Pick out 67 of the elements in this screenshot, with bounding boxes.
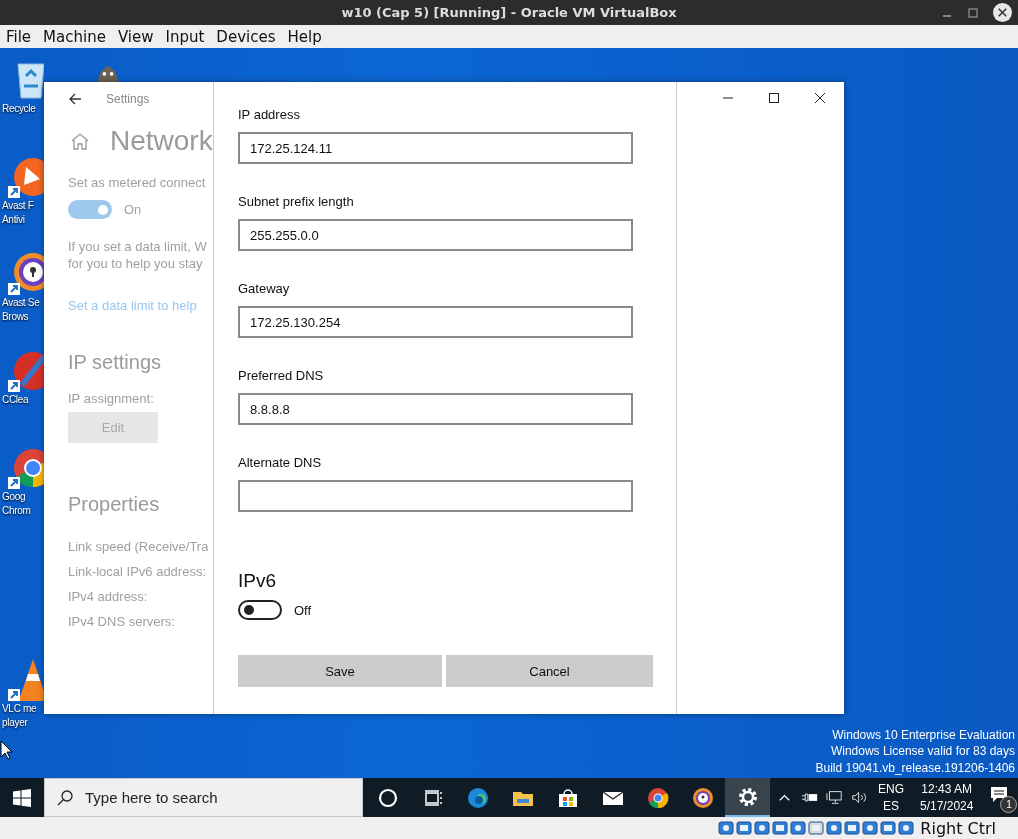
field-label: Alternate DNS (238, 455, 323, 472)
menu-item[interactable]: View (111, 27, 160, 46)
menu-item[interactable]: Devices (210, 27, 282, 46)
field-label: Subnet prefix length (238, 194, 355, 211)
toggle-switch[interactable] (68, 200, 112, 219)
save-button[interactable]: Save (238, 655, 442, 687)
menu-item[interactable]: Help (281, 27, 328, 46)
toggle-state: Off (294, 602, 312, 618)
input-field[interactable]: 8.8.8.8 (238, 393, 633, 425)
section-heading: IPv6 (238, 570, 278, 592)
close-icon[interactable] (993, 3, 1012, 22)
browser-icon (690, 785, 715, 810)
description-text: If you set a data limit, W for you to help you stay (68, 238, 207, 272)
field-label: IP assignment: (68, 391, 154, 406)
cancel-button[interactable]: Cancel (446, 655, 653, 687)
input-field[interactable]: 172.25.130.254 (238, 306, 633, 338)
volume-icon[interactable] (851, 790, 868, 805)
search-icon (57, 789, 73, 806)
input-field[interactable]: 255.255.0.0 (238, 219, 633, 251)
close-icon[interactable] (814, 92, 826, 104)
input-field[interactable]: 172.25.124.11 (238, 132, 633, 164)
notification-badge: 1 (1000, 795, 1018, 813)
icon-label: Goog (2, 490, 26, 504)
field-label: IP address (238, 107, 301, 124)
windows-start-icon[interactable] (13, 788, 31, 807)
home-icon[interactable] (70, 131, 90, 151)
field-label: Preferred DNS (238, 368, 325, 385)
maximize-icon[interactable] (768, 92, 780, 104)
section-heading: Properties (68, 493, 160, 516)
watermark-text: Build 19041.vb_release.191206-1406 (815, 759, 1015, 776)
icon-label: VLC me (2, 702, 37, 716)
icon-label: Chrom (2, 504, 31, 518)
language-indicator[interactable]: ENG ES (878, 780, 904, 815)
host-key-label: Right Ctrl (920, 818, 996, 838)
icon-label: Avast Se (2, 296, 40, 310)
power-plug-icon[interactable] (801, 790, 818, 805)
toggle-state: On (124, 202, 142, 217)
section-heading: IP settings (68, 351, 162, 374)
page-title: Network (110, 125, 213, 157)
chrome-icon (645, 785, 670, 810)
search-field[interactable]: Type here to search (44, 778, 363, 817)
icon-label: Recycle (2, 102, 36, 116)
watermark-text: Windows 10 Enterprise Evaluation (832, 726, 1015, 743)
watermark-text: Windows License valid for 83 days (830, 743, 1015, 760)
property-label: IPv4 DNS servers: (68, 613, 175, 631)
menu-item[interactable]: Machine (37, 27, 112, 46)
property-label: Link-local IPv6 address: (68, 563, 206, 581)
property-label: IPv4 address: (68, 588, 148, 606)
icon-label: player (2, 716, 28, 730)
clock[interactable]: 12:43 AM 5/17/2024 (920, 780, 974, 815)
icon-label: Antivi (2, 213, 25, 227)
back-arrow-icon[interactable] (68, 92, 82, 106)
menu-item[interactable]: File (0, 27, 38, 46)
setting-label: Set as metered connect (68, 175, 206, 190)
edge-icon (465, 785, 490, 810)
icon-label: Avast F (2, 199, 34, 213)
app-title: Settings (106, 92, 150, 106)
menu-item[interactable]: Input (159, 27, 211, 46)
field-label: Gateway (238, 281, 291, 298)
pointer-icon (0, 740, 12, 760)
input-field[interactable] (238, 480, 633, 512)
icon-label: CClea (2, 393, 29, 407)
settings-taskbar-button[interactable] (725, 778, 770, 817)
property-label: Link speed (Receive/Tra (68, 538, 209, 556)
toggle-switch[interactable] (238, 600, 282, 620)
window-title: w10 (Cap 5) [Running] - Oracle VM VirtualBox (341, 5, 677, 20)
icon-label: Brows (2, 310, 29, 324)
